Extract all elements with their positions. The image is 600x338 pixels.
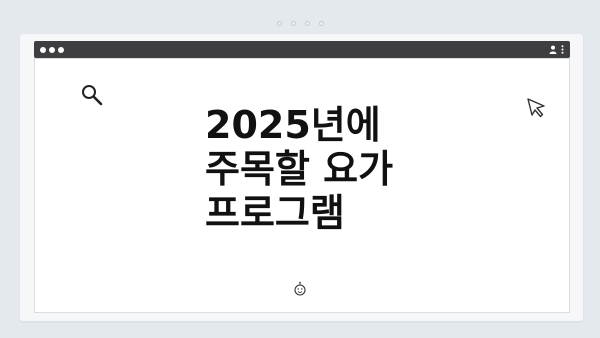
window-control-maximize[interactable] (58, 46, 64, 53)
browser-titlebar (34, 41, 570, 58)
title-line: 2025년에 (205, 103, 381, 147)
search-icon (82, 85, 103, 106)
titlebar-right-controls (549, 45, 564, 54)
window-outer-dots (0, 21, 600, 26)
title-line: 주목할 요가 (205, 147, 394, 191)
smile-icon (294, 281, 306, 296)
window-control-minimize[interactable] (49, 46, 55, 53)
kebab-menu-icon[interactable] (561, 45, 564, 54)
window-control-close[interactable] (40, 46, 46, 53)
page-title: 2025년에 주목할 요가 프로그램 (205, 103, 465, 235)
user-icon[interactable] (549, 45, 557, 54)
cursor-icon (527, 98, 545, 118)
outer-dot (318, 21, 324, 26)
title-line: 프로그램 (205, 191, 345, 235)
outer-dot (290, 21, 296, 26)
outer-dot (304, 21, 310, 26)
outer-dot (276, 21, 282, 26)
